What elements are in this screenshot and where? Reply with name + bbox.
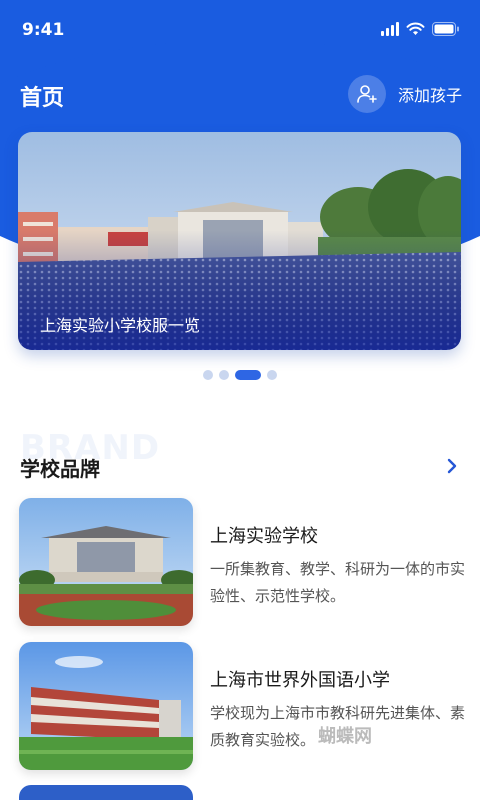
school-name: 上海实验学校: [210, 526, 318, 547]
add-child-label: 添加孩子: [397, 86, 462, 105]
add-child-button[interactable]: 添加孩子: [347, 75, 462, 113]
school-desc: 一所集教育、教学、科研为一体的市实验性、示范性学校。: [210, 560, 466, 605]
signal-icon: [381, 22, 399, 36]
carousel-dot-active[interactable]: [235, 370, 261, 380]
status-bar: 9:41: [0, 0, 480, 60]
add-user-icon[interactable]: [347, 75, 386, 113]
carousel-dot[interactable]: [203, 370, 213, 380]
chevron-right-icon[interactable]: [446, 457, 458, 475]
watermark: 蝴蝶网: [318, 726, 372, 747]
carousel-indicator: [0, 370, 480, 380]
status-icons: [381, 22, 460, 36]
banner-carousel[interactable]: 上海实验小学校服一览: [18, 132, 461, 350]
school-card[interactable]: 上海市世界外国语小学 学校现为上海市市教科研先进集体、素质教育实验校。: [0, 642, 480, 772]
status-time: 9:41: [22, 20, 65, 40]
school-card[interactable]: 上海实验学校 一所集教育、教学、科研为一体的市实验性、示范性学校。: [0, 498, 480, 628]
carousel-dot[interactable]: [267, 370, 277, 380]
school-card[interactable]: [19, 785, 193, 800]
school-image: [19, 498, 193, 626]
battery-icon: [432, 22, 459, 36]
school-image: [19, 642, 193, 770]
school-name: 上海市世界外国语小学: [210, 670, 390, 691]
banner-caption: 上海实验小学校服一览: [40, 316, 201, 335]
section-title: 学校品牌: [20, 457, 100, 481]
carousel-dot[interactable]: [219, 370, 229, 380]
wifi-icon: [406, 22, 425, 35]
page-title: 首页: [20, 86, 65, 111]
